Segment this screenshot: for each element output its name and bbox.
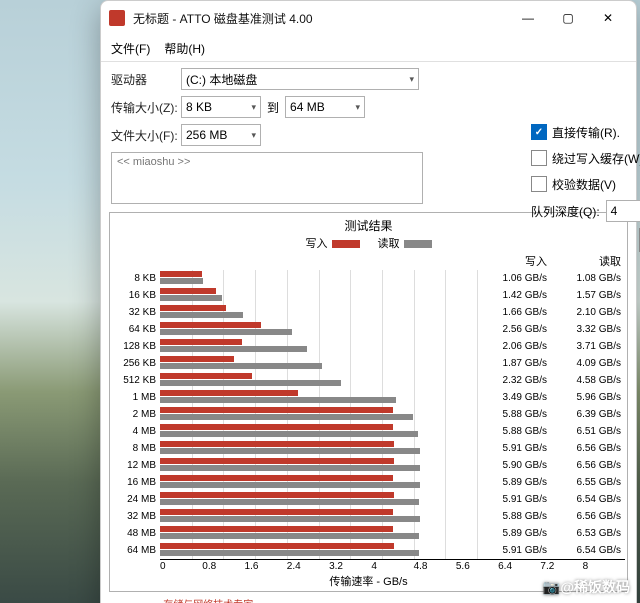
transfer-size-label: 传输大小(Z): [111, 99, 181, 116]
settings-form: 驱动器 (C:) 本地磁盘▾ 传输大小(Z): 8 KB▾ 到 64 MB▾ 文… [101, 62, 636, 212]
app-icon [109, 10, 125, 26]
bars-area [160, 270, 477, 559]
app-window: 无标题 - ATTO 磁盘基准测试 4.00 — ▢ ✕ 文件(F) 帮助(H)… [100, 0, 637, 603]
maximize-button[interactable]: ▢ [548, 4, 588, 32]
value-header: 写入 读取 [112, 253, 625, 269]
transfer-to-label: 到 [267, 99, 279, 116]
chart-panel: 测试结果 写入 读取 写入 读取 8 KB16 KB32 KB64 KB128 … [109, 212, 628, 592]
close-button[interactable]: ✕ [588, 4, 628, 32]
title-bar[interactable]: 无标题 - ATTO 磁盘基准测试 4.00 — ▢ ✕ [101, 1, 636, 35]
footer: ATTO 存储与网络技术专家 www.atto.com B/s(B) IO/s(… [101, 598, 636, 603]
menu-file[interactable]: 文件(F) [111, 40, 150, 57]
watermark: 📷@稀饭数码 [543, 577, 630, 597]
desktop-background: 无标题 - ATTO 磁盘基准测试 4.00 — ▢ ✕ 文件(F) 帮助(H)… [0, 0, 640, 603]
chevron-down-icon: ▾ [251, 102, 256, 113]
options-group: ✓直接传输(R). 绕过写入缓存(W) 校验数据(V) 队列深度(Q): 4▾ … [531, 122, 640, 252]
queue-depth-select[interactable]: 4▾ [606, 200, 640, 222]
description-box[interactable]: << miaoshu >> [111, 152, 423, 204]
verify-data-checkbox[interactable] [531, 176, 547, 192]
legend-read-swatch [404, 240, 432, 248]
menu-bar: 文件(F) 帮助(H) [101, 35, 636, 62]
read-values: 1.08 GB/s1.57 GB/s2.10 GB/s3.32 GB/s3.71… [551, 270, 625, 559]
bypass-cache-checkbox[interactable] [531, 150, 547, 166]
chevron-down-icon: ▾ [251, 130, 256, 141]
file-size-select[interactable]: 256 MB▾ [181, 124, 261, 146]
write-values: 1.06 GB/s1.42 GB/s1.66 GB/s2.56 GB/s2.06… [477, 270, 551, 559]
minimize-button[interactable]: — [508, 4, 548, 32]
chevron-down-icon: ▾ [409, 74, 414, 85]
x-axis: 00.81.62.43.244.85.66.47.28 [160, 559, 625, 572]
legend-write-swatch [332, 240, 360, 248]
transfer-from-select[interactable]: 8 KB▾ [181, 96, 261, 118]
drive-select[interactable]: (C:) 本地磁盘▾ [181, 68, 419, 90]
y-axis-labels: 8 KB16 KB32 KB64 KB128 KB256 KB512 KB1 M… [112, 270, 160, 559]
chart-body: 8 KB16 KB32 KB64 KB128 KB256 KB512 KB1 M… [112, 270, 625, 559]
window-title: 无标题 - ATTO 磁盘基准测试 4.00 [133, 10, 508, 27]
file-size-label: 文件大小(F): [111, 127, 181, 144]
drive-label: 驱动器 [111, 71, 181, 88]
queue-depth-label: 队列深度(Q): [531, 203, 600, 220]
transfer-to-select[interactable]: 64 MB▾ [285, 96, 365, 118]
menu-help[interactable]: 帮助(H) [164, 40, 205, 57]
direct-io-checkbox[interactable]: ✓ [531, 124, 547, 140]
chevron-down-icon: ▾ [355, 102, 360, 113]
